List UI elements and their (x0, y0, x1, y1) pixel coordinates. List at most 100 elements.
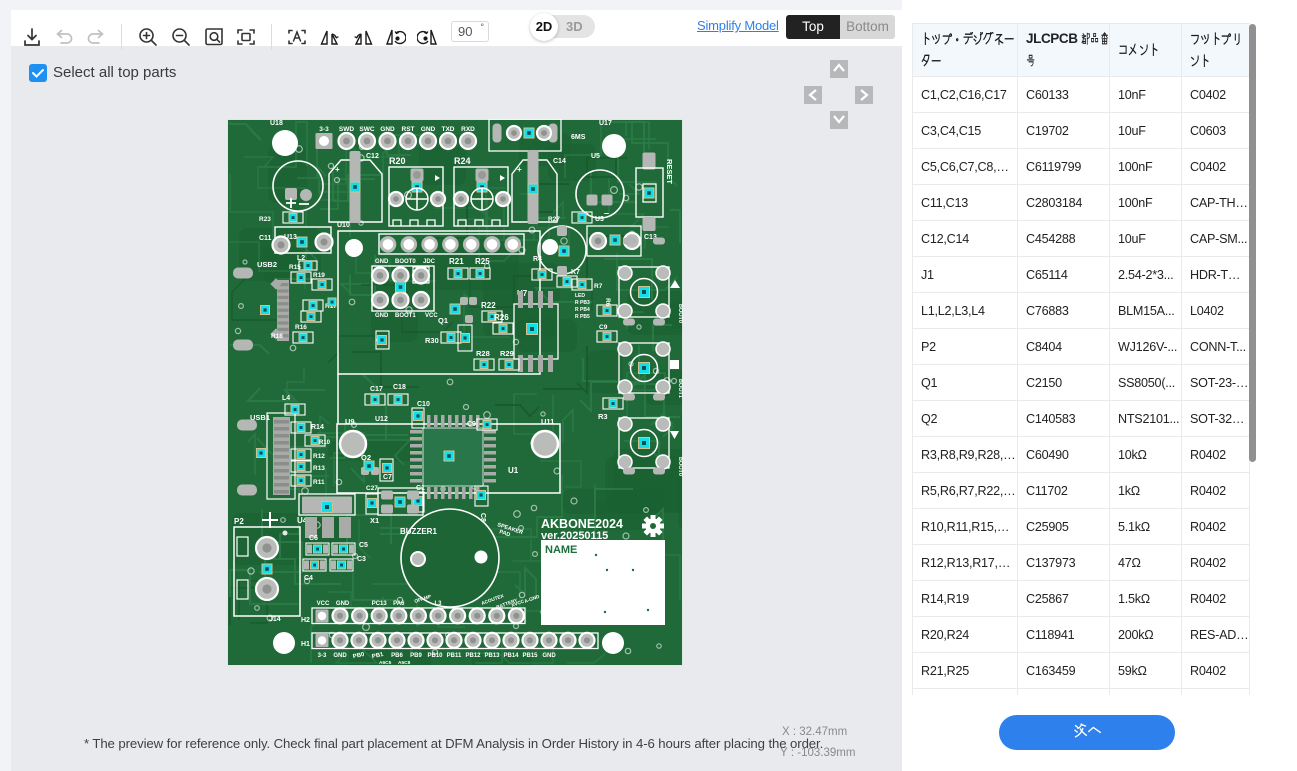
svg-text:TXD: TXD (442, 126, 455, 133)
svg-text:R PB5: R PB5 (575, 314, 590, 320)
svg-text:–: – (604, 208, 609, 218)
svg-text:PB10: PB10 (427, 653, 443, 659)
svg-text:PB13: PB13 (484, 653, 500, 659)
svg-text:R27: R27 (548, 216, 560, 223)
svg-text:C18: C18 (393, 384, 406, 391)
svg-text:VCC: VCC (317, 601, 330, 607)
svg-text:BOOT1: BOOT1 (677, 379, 683, 398)
svg-text:6MS: 6MS (571, 134, 586, 141)
svg-text:R3: R3 (598, 412, 608, 421)
svg-text:RESET: RESET (665, 159, 674, 184)
svg-text:R21: R21 (449, 257, 464, 266)
svg-text:R7: R7 (594, 283, 603, 290)
svg-text:PB12: PB12 (465, 653, 481, 659)
svg-text:GND: GND (542, 653, 556, 659)
svg-text:+: + (335, 165, 340, 174)
svg-text:R30: R30 (425, 336, 439, 345)
svg-text:C11: C11 (259, 235, 272, 242)
svg-text:GND: GND (380, 126, 395, 133)
svg-text:PB6: PB6 (391, 653, 403, 659)
svg-text:PB9: PB9 (410, 653, 422, 659)
svg-text:A6C5: A6C5 (379, 660, 392, 666)
svg-text:LED: LED (575, 293, 585, 299)
svg-text:R26: R26 (494, 313, 509, 322)
svg-text:R12: R12 (313, 453, 325, 460)
svg-text:SWC: SWC (359, 126, 374, 133)
svg-text:C10: C10 (417, 401, 430, 408)
svg-text:U10: U10 (337, 222, 350, 229)
svg-text:U11: U11 (541, 417, 554, 426)
svg-text:R13: R13 (313, 465, 325, 472)
svg-text:R28: R28 (476, 349, 490, 358)
svg-text:K7: K7 (571, 269, 580, 276)
svg-text:P2: P2 (234, 517, 244, 526)
svg-text:RST: RST (402, 126, 415, 133)
svg-text:U9: U9 (345, 417, 355, 426)
svg-text:SWD: SWD (339, 126, 354, 133)
svg-text:C27: C27 (366, 485, 378, 492)
svg-text:PB14: PB14 (503, 653, 519, 659)
svg-text:PB15: PB15 (522, 653, 538, 659)
svg-text:A5C8: A5C8 (398, 660, 411, 666)
svg-text:U13: U13 (284, 234, 297, 241)
svg-text:R10: R10 (319, 440, 331, 446)
svg-text:VCC: VCC (425, 313, 438, 319)
svg-text:U12: U12 (375, 416, 388, 423)
svg-text:RXD: RXD (461, 126, 475, 133)
svg-text:X1: X1 (370, 516, 379, 525)
svg-text:R PB3: R PB3 (575, 300, 590, 306)
svg-text:R29: R29 (500, 349, 514, 358)
svg-text:BOOT1: BOOT1 (395, 313, 416, 319)
svg-text:H2: H2 (301, 617, 310, 624)
svg-text:U18: U18 (270, 120, 283, 127)
svg-text:R23: R23 (259, 216, 271, 223)
svg-text:3-3: 3-3 (319, 126, 329, 133)
svg-text:BOOT0: BOOT0 (677, 304, 683, 323)
svg-text:JDC: JDC (423, 259, 436, 265)
svg-text:C4: C4 (304, 575, 313, 582)
svg-text:GND: GND (375, 313, 389, 319)
svg-text:R4: R4 (533, 256, 542, 263)
svg-text:R15: R15 (289, 264, 301, 271)
svg-text:BOOT0: BOOT0 (677, 457, 683, 476)
svg-text:GND: GND (375, 259, 389, 265)
svg-text:USB2: USB2 (257, 260, 277, 269)
svg-text:R18: R18 (271, 333, 283, 340)
svg-text:GND: GND (336, 601, 350, 607)
svg-text:GND: GND (333, 653, 347, 659)
svg-text:AKBONE2024: AKBONE2024 (541, 517, 623, 531)
svg-text:C9: C9 (467, 421, 476, 428)
svg-text:BUZZER1: BUZZER1 (400, 527, 437, 536)
svg-text:U1: U1 (508, 466, 519, 475)
svg-text:C7: C7 (383, 474, 392, 481)
svg-text:U3: U3 (595, 216, 604, 223)
svg-text:PB11: PB11 (447, 653, 462, 659)
svg-text:3-3: 3-3 (318, 653, 327, 659)
svg-text:H1: H1 (301, 641, 310, 648)
svg-text:C5: C5 (359, 542, 368, 549)
svg-text:R22: R22 (481, 301, 496, 310)
svg-text:R25: R25 (475, 257, 490, 266)
svg-text:C6: C6 (309, 535, 318, 542)
svg-text:R16: R16 (295, 324, 307, 331)
svg-text:NAME: NAME (545, 544, 577, 556)
svg-text:C3: C3 (357, 556, 366, 563)
svg-text:R PB4: R PB4 (575, 307, 590, 313)
svg-text:U5: U5 (591, 153, 600, 160)
svg-text:+: + (517, 165, 522, 174)
svg-text:C12: C12 (366, 153, 379, 160)
svg-text:PA6: PA6 (393, 601, 405, 607)
svg-text:R20: R20 (389, 156, 406, 166)
svg-text:L3: L3 (434, 601, 442, 607)
svg-text:GND: GND (421, 126, 436, 133)
svg-text:PC13: PC13 (372, 601, 388, 607)
svg-text:J14: J14 (269, 616, 281, 623)
svg-text:R19: R19 (313, 272, 325, 279)
svg-text:BOOT0: BOOT0 (395, 259, 416, 265)
svg-text:C14: C14 (553, 158, 566, 165)
svg-text:Q1: Q1 (438, 316, 448, 325)
svg-text:C17: C17 (370, 386, 383, 393)
svg-text:R14: R14 (311, 424, 324, 431)
svg-text:C9: C9 (599, 324, 608, 331)
svg-text:R24: R24 (454, 156, 471, 166)
